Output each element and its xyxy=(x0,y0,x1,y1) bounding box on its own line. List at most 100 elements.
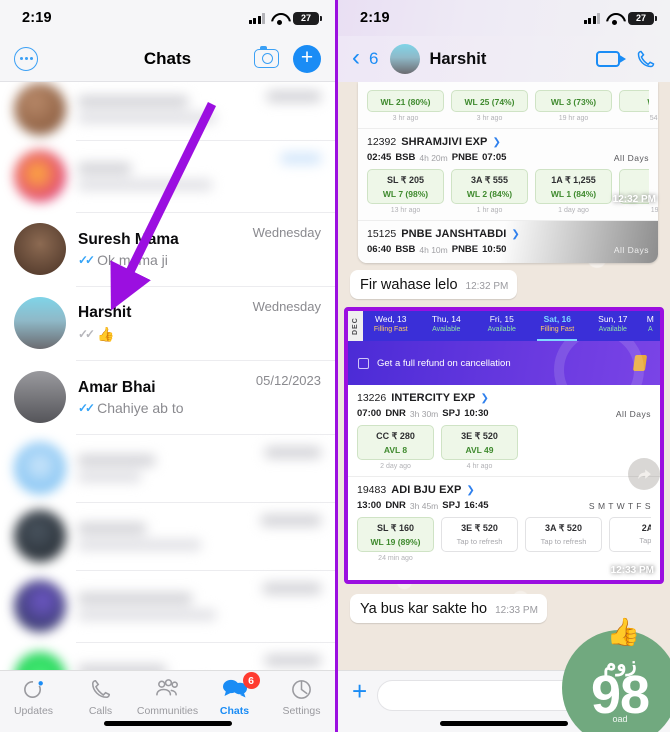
fare-updated-row: 3 hr ago 3 hr ago 19 hr ago 54 m xyxy=(367,115,658,124)
dep-station: BSB xyxy=(395,244,416,255)
date-selector[interactable]: DEC Wed, 13 Filling Fast Thu, 14 Availab… xyxy=(348,311,660,341)
train-row[interactable]: 13226 INTERCITY EXP ❯ 07:00 DNR 3h 30m S… xyxy=(348,385,660,477)
train-number: 12392 xyxy=(367,136,397,148)
list-item-harshit[interactable]: Harshit ✓✓ 👍 Wednesday xyxy=(0,286,335,360)
message-timestamp: 12:33 PM xyxy=(610,565,654,576)
new-chat-button[interactable]: + xyxy=(293,44,321,73)
fare-updated-row: 13 hr ago 1 hr ago 1 day ago 19 h xyxy=(367,207,658,216)
date-tab[interactable]: M A xyxy=(641,311,660,341)
forward-arrow-icon[interactable] xyxy=(628,458,660,490)
fare-chip[interactable]: WL 25 (74%) xyxy=(451,90,528,112)
battery-icon: 27 xyxy=(628,11,657,25)
list-item-content xyxy=(78,454,253,482)
meatball-menu-icon[interactable] xyxy=(14,46,38,71)
voice-call-icon[interactable] xyxy=(636,49,656,69)
list-item[interactable] xyxy=(0,502,335,570)
fare-class: 2A xyxy=(641,523,651,533)
fare-status: WL 7 (98%) xyxy=(382,189,429,199)
contact-name[interactable]: Harshit xyxy=(429,50,486,69)
fare-chip[interactable]: 3E ₹ 520 Tap to refresh xyxy=(441,517,518,552)
tab-calls[interactable]: Calls xyxy=(67,677,134,717)
navbar-actions: + xyxy=(254,44,321,73)
duration: 3h 30m xyxy=(409,408,439,419)
gear-icon xyxy=(290,677,313,701)
schedule-text: 06:40 BSB 4h 10m PNBE 10:50 xyxy=(367,244,506,255)
list-item[interactable]: Suresh Mama ✓✓ Ok mama ji Wednesday xyxy=(0,212,335,286)
avatar xyxy=(14,510,66,562)
date-tab[interactable]: Wed, 13 Filling Fast xyxy=(363,311,419,341)
fare-chip[interactable]: 3E ₹ 520 AVL 49 xyxy=(441,425,518,460)
train-row[interactable]: 15125 PNBE JANSHTABDI ❯ 06:40 BSB 4h 10m… xyxy=(358,221,658,263)
fare-chip[interactable]: 1A ₹ 1,255 WL 1 (84%) xyxy=(535,169,612,204)
home-indicator xyxy=(103,721,232,726)
camera-icon[interactable] xyxy=(254,46,279,68)
tab-communities[interactable]: Communities xyxy=(134,677,201,717)
fare-updated: 1 hr ago xyxy=(476,207,503,214)
date-status: Filling Fast xyxy=(540,326,575,333)
unread-count[interactable]: 6 xyxy=(369,49,378,69)
fare-chip[interactable]: CC ₹ 280 AVL 8 xyxy=(357,425,434,460)
fare-chip[interactable]: 2A Tap t xyxy=(609,517,651,552)
list-item[interactable] xyxy=(0,570,335,642)
fare-chip[interactable]: WL 3 (73%) xyxy=(535,90,612,112)
train-name: SHRAMJIVI EXP xyxy=(401,136,488,148)
chat-preview-text: Chahiye ab to xyxy=(97,400,184,417)
list-item[interactable] xyxy=(0,82,335,140)
list-item-time xyxy=(265,655,321,666)
dep-time: 07:00 xyxy=(357,408,382,419)
tab-chats[interactable]: 6 Chats xyxy=(201,672,268,717)
chat-preview-text: 👍 xyxy=(97,325,115,342)
arr-station: SPJ xyxy=(442,408,461,419)
train-results-card[interactable]: WL 21 (80%) WL 25 (74%) WL 3 (73%) WL 1 … xyxy=(358,82,658,263)
fare-chip[interactable]: WL 1 xyxy=(619,90,649,112)
fare-chip[interactable]: WL 21 (80%) xyxy=(367,90,444,112)
date-tab[interactable]: Fri, 15 Available xyxy=(474,311,530,341)
list-item[interactable]: Amar Bhai ✓✓ Chahiye ab to 05/12/2023 xyxy=(0,360,335,434)
date-tab-selected[interactable]: Sat, 16 Filling Fast xyxy=(530,311,586,341)
fare-status: Tap t xyxy=(639,536,651,545)
status-indicators: 27 xyxy=(583,11,657,25)
fare-chip[interactable]: SL ₹ 205 WL 7 (98%) xyxy=(367,169,444,204)
attach-plus-icon[interactable]: + xyxy=(352,678,367,704)
bottom-tab-bar[interactable]: Updates Calls Communities 6 Chats Settin… xyxy=(0,670,335,732)
message-bubble[interactable]: Fir wahase lelo 12:32 PM xyxy=(350,270,518,299)
arr-station: PNBE xyxy=(451,244,479,255)
read-receipt-icon: ✓✓ xyxy=(78,253,95,268)
list-item[interactable] xyxy=(0,140,335,212)
train-row[interactable]: 19483 ADI BJU EXP ❯ 13:00 DNR 3h 45m SPJ… xyxy=(348,477,660,568)
train-title: 13226 INTERCITY EXP ❯ xyxy=(357,392,651,404)
fare-chip[interactable]: 3A ₹ 520 Tap to refresh xyxy=(525,517,602,552)
fare-chip[interactable]: SL ₹ 160 WL 19 (89%) xyxy=(357,517,434,552)
read-receipt-icon: ✓✓ xyxy=(78,401,95,416)
chevron-left-icon[interactable]: ‹ xyxy=(352,45,360,70)
tab-updates[interactable]: Updates xyxy=(0,677,67,717)
list-item[interactable] xyxy=(0,434,335,502)
avatar xyxy=(14,652,66,670)
message-row: Fir wahase lelo 12:32 PM xyxy=(338,263,670,299)
list-item-content xyxy=(78,95,255,123)
date-tab[interactable]: Thu, 14 Available xyxy=(419,311,475,341)
tab-settings[interactable]: Settings xyxy=(268,677,335,717)
highlighted-train-card[interactable]: DEC Wed, 13 Filling Fast Thu, 14 Availab… xyxy=(344,307,664,584)
chat-list[interactable]: Suresh Mama ✓✓ Ok mama ji Wednesday Hars… xyxy=(0,82,335,670)
cellular-signal-icon xyxy=(583,12,600,24)
fare-chip[interactable]: 3A ₹ 555 WL 2 (84%) xyxy=(451,169,528,204)
message-area[interactable]: WL 21 (80%) WL 25 (74%) WL 3 (73%) WL 1 … xyxy=(338,82,670,670)
dep-time: 02:45 xyxy=(367,152,392,163)
message-bubble[interactable]: Ya bus kar sakte ho 12:33 PM xyxy=(350,594,547,623)
train-schedule: 07:00 DNR 3h 30m SPJ 10:30 All Days xyxy=(357,408,651,419)
train-row[interactable]: 12392 SHRAMJIVI EXP ❯ 02:45 BSB 4h 20m P… xyxy=(358,129,658,221)
date-status: A xyxy=(647,326,653,333)
list-item-content: Harshit ✓✓ 👍 xyxy=(78,303,241,342)
message-text: Ya bus kar sakte ho xyxy=(360,601,488,617)
fare-updated: 24 min ago xyxy=(378,555,413,562)
refund-banner[interactable]: Get a full refund on cancellation xyxy=(348,341,660,385)
video-call-icon[interactable] xyxy=(596,51,626,67)
checkbox-icon[interactable] xyxy=(358,357,369,369)
avatar xyxy=(14,580,66,632)
month-label: DEC xyxy=(348,311,363,341)
avatar[interactable] xyxy=(390,44,421,74)
list-item[interactable] xyxy=(0,642,335,670)
date-tab[interactable]: Sun, 17 Available xyxy=(585,311,641,341)
chat-preview: ✓✓ Ok mama ji xyxy=(78,252,241,268)
